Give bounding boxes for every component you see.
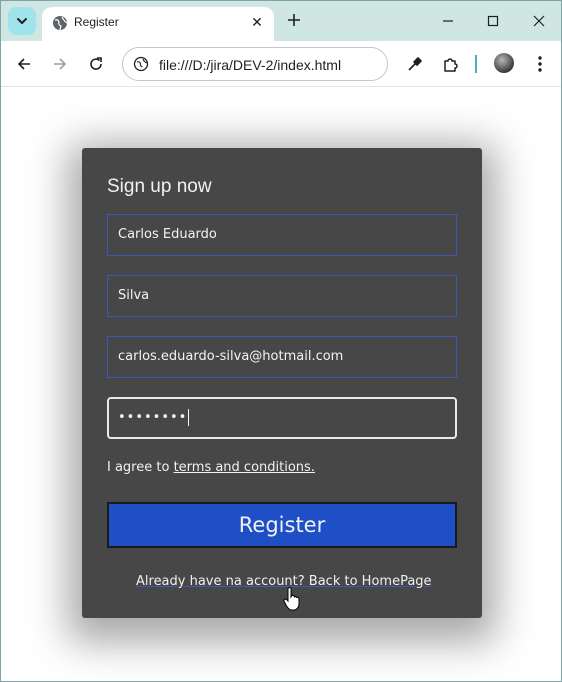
signup-card: Sign up now Carlos Eduardo Silva carlos.… [82,148,482,618]
address-bar[interactable]: file:///D:/jira/DEV-2/index.html [122,47,388,81]
plus-icon [288,14,300,26]
reload-button[interactable] [85,53,107,75]
toolbar-separator [475,55,477,73]
window-close-button[interactable] [529,11,549,31]
globe-icon [53,16,68,31]
extensions-button[interactable] [440,53,462,75]
password-value: •••••••• [118,410,188,425]
hand-cursor-icon [283,587,300,611]
email-field[interactable]: carlos.eduardo-silva@hotmail.com [107,336,457,378]
maximize-button[interactable] [483,11,503,31]
maximize-icon [487,15,499,27]
window-close-icon [533,15,545,27]
page-content: Sign up now Carlos Eduardo Silva carlos.… [1,88,561,681]
forward-button[interactable] [49,53,71,75]
chevron-down-icon [17,18,27,24]
terms-link[interactable]: terms and conditions. [174,460,315,475]
register-button[interactable]: Register [107,502,457,548]
browser-toolbar: file:///D:/jira/DEV-2/index.html [1,41,561,87]
first-name-field[interactable]: Carlos Eduardo [107,214,457,256]
last-name-field[interactable]: Silva [107,275,457,317]
eyedropper-button[interactable] [404,53,426,75]
minimize-button[interactable] [438,11,458,31]
site-info-icon [133,56,149,72]
agree-text: I agree to [107,460,174,475]
more-menu-icon [538,56,542,72]
extensions-icon [444,58,458,72]
tab-title: Register [74,15,119,29]
reload-icon [90,57,102,70]
eyedropper-icon [408,57,422,71]
browser-window: Register ✕ file:///D:/jira/DEV-2/index.h… [0,0,562,682]
tab-register[interactable]: Register ✕ [42,7,274,41]
profile-avatar[interactable] [494,53,514,73]
page-title: Sign up now [107,176,212,197]
close-icon[interactable]: ✕ [248,14,266,32]
more-menu-button[interactable] [529,53,551,75]
back-button[interactable] [13,53,35,75]
terms-agreement: I agree to terms and conditions. [107,460,315,475]
tab-strip: Register ✕ [1,1,561,41]
forward-arrow-icon [54,58,67,70]
text-caret [188,409,190,426]
back-arrow-icon [17,58,30,70]
password-field[interactable]: •••••••• [107,397,457,439]
url-text: file:///D:/jira/DEV-2/index.html [159,57,342,73]
minimize-icon [443,20,453,22]
new-tab-button[interactable] [284,10,304,30]
tab-search-button[interactable] [8,7,36,35]
